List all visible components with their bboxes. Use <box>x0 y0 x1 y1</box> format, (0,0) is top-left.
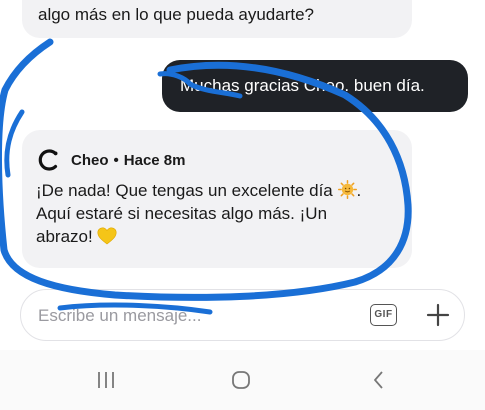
message-input-bar[interactable]: Escribe un mensaje... GIF <box>20 289 465 341</box>
previous-message-text: algo más en lo que pueda ayudarte? <box>38 5 314 24</box>
cheo-logo-icon <box>38 149 58 171</box>
home-icon[interactable] <box>230 369 252 391</box>
reply-time: Hace 8m <box>123 151 186 169</box>
reply-author: Cheo <box>71 151 109 169</box>
reply-text: ¡De nada! Que tengas un excelente día . … <box>36 180 362 246</box>
add-attachment-icon[interactable] <box>426 300 450 330</box>
sent-message-text: Muchas gracias Cheo. buen día. <box>180 76 425 95</box>
yellow-heart-emoji-icon <box>97 227 117 245</box>
reply-separator: • <box>113 151 119 169</box>
back-icon[interactable] <box>368 369 390 391</box>
gif-button[interactable]: GIF <box>370 304 397 326</box>
recent-apps-icon[interactable] <box>95 369 117 391</box>
message-input-placeholder[interactable]: Escribe un mensaje... <box>38 306 201 326</box>
sent-message-bubble: Muchas gracias Cheo. buen día. <box>162 60 468 112</box>
reply-line-2: Aquí estaré si necesitas algo más. ¡Un <box>36 204 328 223</box>
reply-header: Cheo • Hace 8m <box>36 147 185 173</box>
reply-line-1: ¡De nada! Que tengas un excelente día <box>36 181 333 200</box>
system-navigation-bar <box>0 350 485 410</box>
previous-message-bubble: algo más en lo que pueda ayudarte? <box>22 0 412 38</box>
reply-message-card: Cheo • Hace 8m ¡De nada! Que tengas un e… <box>22 130 412 268</box>
reply-line-3: abrazo! <box>36 227 93 246</box>
sun-face-emoji-icon <box>337 180 357 199</box>
